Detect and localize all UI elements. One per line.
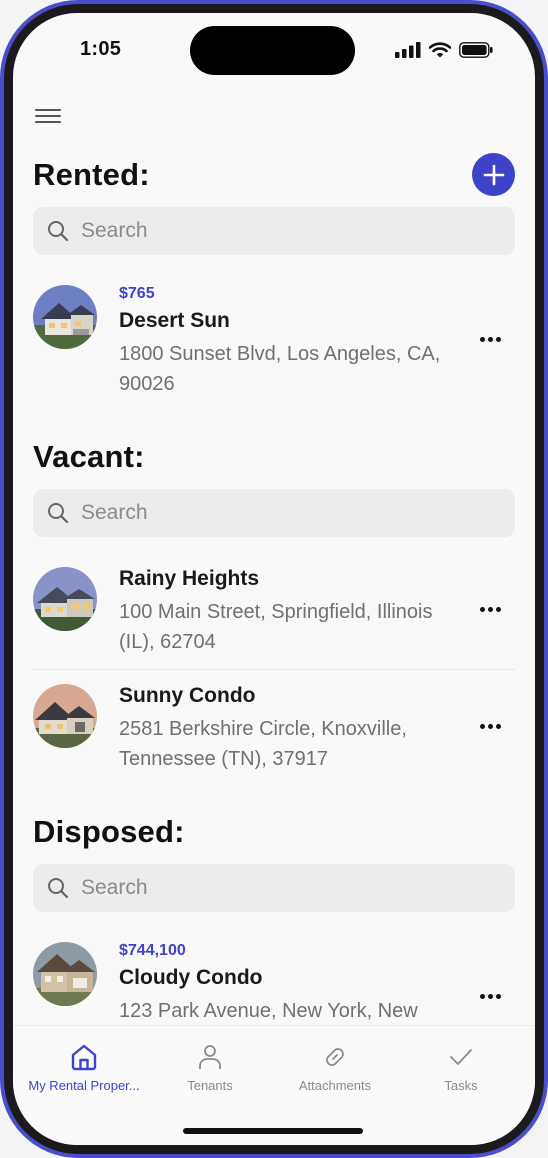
app-screen: 1:05 Rented: Search $765 Desert Sun 1800… [13, 13, 535, 1145]
property-item-desert-sun[interactable]: $765 Desert Sun 1800 Sunset Blvd, Los An… [33, 271, 515, 411]
person-icon [199, 1045, 221, 1069]
property-name: Desert Sun [119, 309, 230, 332]
home-indicator[interactable] [183, 1128, 363, 1134]
battery-icon [459, 42, 493, 58]
rented-search-input[interactable] [79, 218, 479, 244]
tab-tasks[interactable]: Tasks [396, 1042, 526, 1093]
vacant-search-input[interactable] [79, 500, 479, 526]
search-icon [48, 221, 69, 242]
property-name: Sunny Condo [119, 684, 256, 707]
property-address: 1800 Sunset Blvd, Los Angeles, CA, 90026 [119, 343, 441, 395]
tab-label: Tasks [444, 1078, 478, 1093]
property-photo [33, 942, 97, 1006]
search-icon [48, 503, 69, 524]
property-details: $765 Desert Sun 1800 Sunset Blvd, Los An… [119, 285, 449, 399]
tab-my-rental-properties[interactable]: My Rental Proper... [19, 1042, 149, 1093]
disposed-list: $744,100 Cloudy Condo 123 Park Avenue, N… [33, 928, 515, 1025]
rented-search-bar [33, 207, 515, 255]
property-name: Rainy Heights [119, 567, 260, 590]
search-icon [48, 878, 69, 899]
tab-label: Attachments [298, 1078, 372, 1093]
home-icon [71, 1044, 97, 1071]
tab-tenants[interactable]: Tenants [145, 1042, 275, 1093]
bottom-tab-bar: My Rental Proper... Tenants Attachments [13, 1025, 535, 1145]
menu-icon[interactable] [35, 105, 61, 127]
property-details: Rainy Heights 100 Main Street, Springfie… [119, 567, 449, 657]
tab-label: Tenants [187, 1078, 233, 1093]
rented-list: $765 Desert Sun 1800 Sunset Blvd, Los An… [33, 271, 515, 411]
more-options-icon[interactable] [480, 994, 501, 999]
property-photo [33, 285, 97, 349]
more-options-icon[interactable] [480, 337, 501, 342]
plus-icon [483, 164, 504, 185]
property-item-cloudy-condo[interactable]: $744,100 Cloudy Condo 123 Park Avenue, N… [33, 928, 515, 1025]
property-photo [33, 684, 97, 748]
property-address: 123 Park Avenue, New York, New York (NY)… [119, 1000, 418, 1022]
section-title-rented: Rented: [33, 157, 150, 192]
property-list: Rented: Search $765 Desert Sun 1800 Suns… [33, 143, 515, 1025]
cellular-signal-icon [395, 42, 421, 58]
menu-icon-bar [35, 115, 61, 117]
status-time: 1:05 [80, 38, 122, 60]
tab-attachments[interactable]: Attachments [270, 1042, 400, 1093]
property-name: Cloudy Condo [119, 966, 263, 989]
link-icon [326, 1048, 344, 1066]
rented-section-header: Rented: [33, 143, 515, 207]
dynamic-island [190, 26, 355, 75]
menu-icon-bar [35, 109, 61, 111]
property-address: 2581 Berkshire Circle, Knoxville, Tennes… [119, 718, 407, 770]
property-details: Sunny Condo 2581 Berkshire Circle, Knoxv… [119, 684, 449, 774]
property-details: $744,100 Cloudy Condo 123 Park Avenue, N… [119, 942, 449, 1025]
status-icons [395, 42, 493, 58]
disposed-search-input[interactable] [79, 875, 479, 901]
property-item-sunny-condo[interactable]: Sunny Condo 2581 Berkshire Circle, Knoxv… [33, 670, 515, 786]
property-price: $744,100 [119, 942, 186, 959]
more-options-icon[interactable] [480, 724, 501, 729]
vacant-section-header: Vacant: [33, 425, 515, 489]
disposed-search-bar [33, 864, 515, 912]
more-options-icon[interactable] [480, 607, 501, 612]
menu-icon-bar [35, 121, 61, 123]
property-photo [33, 567, 97, 631]
check-icon [450, 1049, 472, 1065]
section-title-vacant: Vacant: [33, 439, 145, 474]
property-item-rainy-heights[interactable]: Rainy Heights 100 Main Street, Springfie… [33, 553, 515, 670]
wifi-icon [429, 42, 451, 58]
vacant-list: Rainy Heights 100 Main Street, Springfie… [33, 553, 515, 786]
property-price: $765 [119, 285, 155, 302]
vacant-search-bar [33, 489, 515, 537]
property-address: 100 Main Street, Springfield, Illinois (… [119, 601, 433, 653]
section-title-disposed: Disposed: [33, 814, 185, 849]
tab-label: My Rental Proper... [28, 1078, 140, 1093]
add-property-button[interactable] [472, 153, 515, 196]
disposed-section-header: Disposed: [33, 800, 515, 864]
